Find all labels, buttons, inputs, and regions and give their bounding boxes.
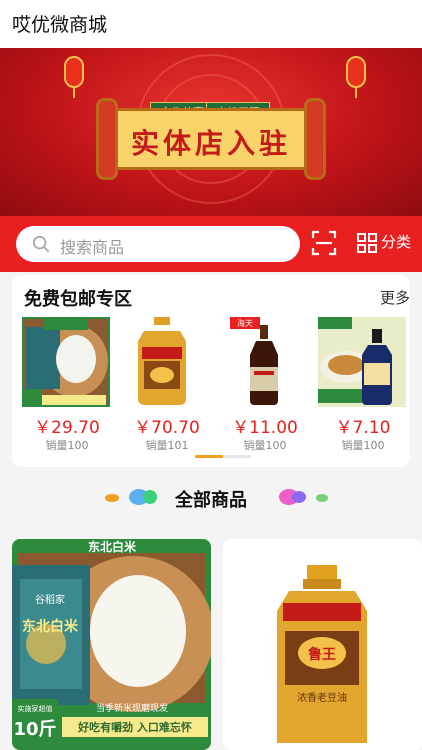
search-icon (32, 235, 50, 253)
category-icon[interactable] (357, 233, 377, 253)
category-button[interactable]: 分类 (381, 231, 411, 252)
decor-blob (292, 491, 306, 503)
rice-bag-image (22, 317, 110, 407)
image-brand: 谷稻家 (35, 593, 65, 606)
product-item[interactable]: ￥29.70 销量100 (12, 317, 110, 452)
top-bar: 哎优微商城 (0, 0, 422, 48)
carousel-indicator (195, 455, 251, 458)
oil-brand: 鲁王 (307, 646, 336, 663)
seasoning-image (318, 317, 406, 407)
oil-bottle-image (138, 317, 186, 405)
product-price: ￥70.70 (134, 418, 200, 438)
image-top-label: 东北白米 (88, 539, 137, 554)
carousel-indicator-active (195, 455, 223, 458)
lantern-icon (346, 56, 366, 98)
product-sales: 销量100 (243, 439, 287, 452)
product-card[interactable]: 鲁王 浓香老豆油 (223, 539, 422, 750)
promo-line: 当季新米现磨现发 (96, 702, 168, 714)
product-card[interactable]: 东北白米 谷稻家 东北白米 实施家超值 10斤 当季新米现磨现发 好吃有嚼劲 入… (12, 539, 211, 750)
decor-blob (316, 494, 328, 502)
rice-product-image: 东北白米 谷稻家 东北白米 实施家超值 10斤 当季新米现磨现发 好吃有嚼劲 入… (12, 539, 211, 750)
soy-sauce-image: 海天 (230, 317, 278, 405)
app-root: 哎优微商城 合作共赢 商机无限 实体店入驻 搜索商品 分类 免费包邮专区 更多 (0, 0, 422, 750)
more-link[interactable]: 更多 (380, 287, 410, 308)
product-sales: 销量100 (45, 439, 89, 452)
promo-banner[interactable]: 合作共赢 商机无限 实体店入驻 (0, 48, 422, 216)
badge-sub: 实施家超值 (18, 704, 53, 713)
scan-icon[interactable] (311, 230, 337, 256)
search-placeholder: 搜索商品 (60, 238, 125, 257)
banner-headline: 实体店入驻 (130, 127, 291, 160)
product-price: ￥29.70 (34, 418, 100, 438)
product-sales: 销量101 (145, 439, 189, 452)
product-price: ￥7.10 (335, 418, 391, 438)
oil-label: 浓香老豆油 (297, 691, 347, 704)
brand-text: 海天 (237, 318, 253, 328)
product-sales: 销量100 (341, 439, 385, 452)
image-caption: 好吃有嚼劲 入口难忘怀 (77, 720, 192, 734)
product-item[interactable]: ￥70.70 销量101 (112, 317, 208, 452)
free-shipping-card: 免费包邮专区 更多 ￥29.70 销量100 ￥70.70 销量101 海天 ￥… (12, 275, 410, 467)
section-title: 全部商品 (175, 490, 247, 511)
badge-weight: 10斤 (13, 719, 56, 740)
banner-scroll: 实体店入驻 (96, 98, 326, 180)
all-products-header: 全部商品 (0, 484, 422, 512)
product-price: ￥11.00 (232, 418, 298, 438)
image-bag-text: 东北白米 (22, 618, 79, 635)
app-title: 哎优微商城 (12, 14, 108, 36)
product-item[interactable]: 海天 ￥11.00 销量100 (210, 317, 306, 452)
search-bar: 搜索商品 分类 (0, 216, 422, 272)
search-input[interactable]: 搜索商品 (16, 226, 300, 262)
section-title: 免费包邮专区 (24, 289, 132, 310)
oil-product-image: 鲁王 浓香老豆油 (277, 565, 367, 743)
product-item[interactable]: ￥7.10 销量100 (308, 317, 406, 452)
lantern-icon (64, 56, 84, 98)
